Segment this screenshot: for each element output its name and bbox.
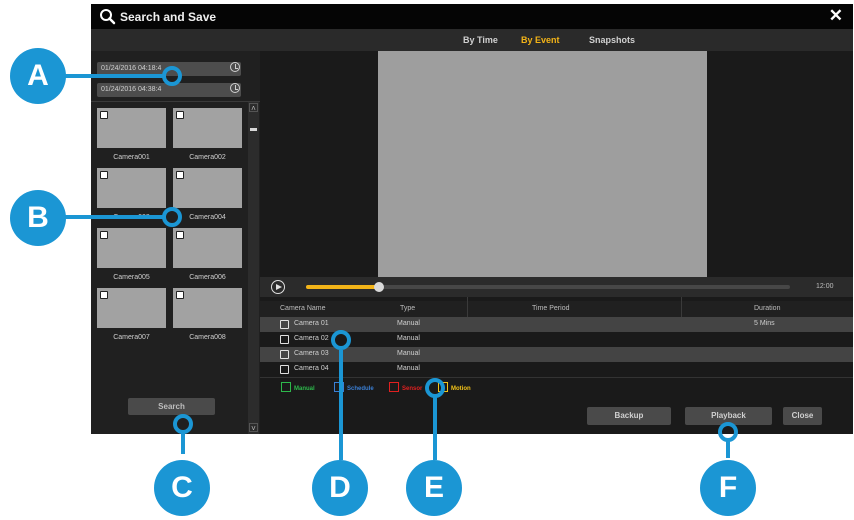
camera-checkbox[interactable] xyxy=(176,231,184,239)
scroll-up-icon[interactable]: ˄ xyxy=(249,103,258,113)
callout-e-marker xyxy=(425,378,445,398)
camera-thumbnail[interactable] xyxy=(173,168,242,208)
camera-checkbox[interactable] xyxy=(176,291,184,299)
video-preview[interactable] xyxy=(378,51,707,277)
callout-c-badge: C xyxy=(154,460,210,516)
row-camera-name: Camera 03 xyxy=(294,350,329,357)
timeline-progress xyxy=(306,285,379,289)
close-icon[interactable]: ✕ xyxy=(829,7,843,24)
backup-button[interactable]: Backup xyxy=(587,407,671,425)
search-button[interactable]: Search xyxy=(128,398,215,415)
search-and-save-window: Search and Save ✕ By Time By Event Snaps… xyxy=(91,4,853,434)
title-bar: Search and Save ✕ xyxy=(91,4,853,29)
callout-c-marker xyxy=(173,414,193,434)
camera-label: Camera001 xyxy=(113,154,150,161)
window-title: Search and Save xyxy=(120,10,217,24)
camera-checkbox[interactable] xyxy=(100,171,108,179)
legend-label-manual: Manual xyxy=(294,386,315,392)
playback-timeline: 12:00 xyxy=(260,277,853,297)
manual-legend-icon xyxy=(281,382,291,392)
row-checkbox[interactable] xyxy=(280,365,289,374)
callout-c-line xyxy=(181,432,185,454)
tab-by-time[interactable]: By Time xyxy=(463,35,498,45)
callout-b-marker xyxy=(162,207,182,227)
callout-f-marker xyxy=(718,422,738,442)
row-duration: 5 Mins xyxy=(754,320,775,327)
play-icon[interactable] xyxy=(271,280,285,294)
camera-label: Camera005 xyxy=(113,274,150,281)
camera-thumbnail[interactable] xyxy=(173,108,242,148)
row-type: Manual xyxy=(397,350,420,357)
start-clock-icon[interactable] xyxy=(230,62,240,72)
camera-checkbox[interactable] xyxy=(176,111,184,119)
search-icon xyxy=(100,9,116,25)
row-checkbox[interactable] xyxy=(280,335,289,344)
camera-checkbox[interactable] xyxy=(100,291,108,299)
row-camera-name: Camera 04 xyxy=(294,365,329,372)
camera-label: Camera004 xyxy=(189,214,226,221)
stage: Search and Save ✕ By Time By Event Snaps… xyxy=(0,0,854,520)
table-header: Camera Name Type Time Period Duration xyxy=(260,301,853,317)
camera-label: Camera002 xyxy=(189,154,226,161)
camera-thumbnail[interactable] xyxy=(97,288,166,328)
camera-thumbnail[interactable] xyxy=(173,228,242,268)
close-button[interactable]: Close xyxy=(783,407,822,425)
timeline-track[interactable] xyxy=(306,282,790,292)
event-type-legend: Manual Schedule Sensor Motion xyxy=(260,377,853,402)
camera-list-scrollbar[interactable]: ˄ ˅ xyxy=(248,102,259,434)
callout-a-marker xyxy=(162,66,182,86)
table-row[interactable]: Camera 01 Manual 5 Mins xyxy=(260,317,853,332)
camera-thumbnail[interactable] xyxy=(97,228,166,268)
end-clock-icon[interactable] xyxy=(230,83,240,93)
table-row[interactable]: Camera 04 Manual xyxy=(260,362,853,377)
camera-label: Camera006 xyxy=(189,274,226,281)
timeline-handle[interactable] xyxy=(373,282,384,292)
camera-checkbox[interactable] xyxy=(100,231,108,239)
legend-label-schedule: Schedule xyxy=(347,386,374,392)
camera-thumbnail[interactable] xyxy=(97,168,166,208)
camera-label: Camera007 xyxy=(113,334,150,341)
row-checkbox[interactable] xyxy=(280,350,289,359)
column-time-period: Time Period xyxy=(532,305,570,312)
row-type: Manual xyxy=(397,335,420,342)
column-type: Type xyxy=(400,305,416,312)
legend-label-motion: Motion xyxy=(451,386,471,392)
callout-e-badge: E xyxy=(406,460,462,516)
timeline-end-time: 12:00 xyxy=(816,283,834,290)
scroll-down-icon[interactable]: ˅ xyxy=(249,423,258,433)
row-checkbox[interactable] xyxy=(280,320,289,329)
camera-thumbnail[interactable] xyxy=(97,108,166,148)
camera-label: Camera008 xyxy=(189,334,226,341)
tab-snapshots[interactable]: Snapshots xyxy=(589,35,635,45)
tab-by-event[interactable]: By Event xyxy=(521,35,560,45)
table-row[interactable]: Camera 03 Manual xyxy=(260,347,853,362)
tab-bar: By Time By Event Snapshots xyxy=(91,29,853,51)
callout-e-line xyxy=(433,396,437,460)
row-camera-name: Camera 02 xyxy=(294,335,329,342)
callout-a-badge: A xyxy=(10,48,66,104)
callout-b-line xyxy=(56,215,164,219)
callout-f-badge: F xyxy=(700,460,756,516)
camera-checkbox[interactable] xyxy=(176,171,184,179)
callout-d-marker xyxy=(331,330,351,350)
callout-a-line xyxy=(56,74,164,78)
camera-checkbox[interactable] xyxy=(100,111,108,119)
sensor-legend-icon xyxy=(389,382,399,392)
column-duration: Duration xyxy=(754,305,781,312)
column-camera-name: Camera Name xyxy=(280,305,326,312)
callout-f-line xyxy=(726,440,730,458)
row-type: Manual xyxy=(397,320,420,327)
row-type: Manual xyxy=(397,365,420,372)
callout-d-badge: D xyxy=(312,460,368,516)
row-camera-name: Camera 01 xyxy=(294,320,329,327)
camera-thumbnail[interactable] xyxy=(173,288,242,328)
callout-d-line xyxy=(339,350,343,460)
legend-label-sensor: Sensor xyxy=(402,386,423,392)
callout-b-badge: B xyxy=(10,190,66,246)
scroll-thumb[interactable] xyxy=(250,128,257,131)
divider xyxy=(91,101,260,102)
